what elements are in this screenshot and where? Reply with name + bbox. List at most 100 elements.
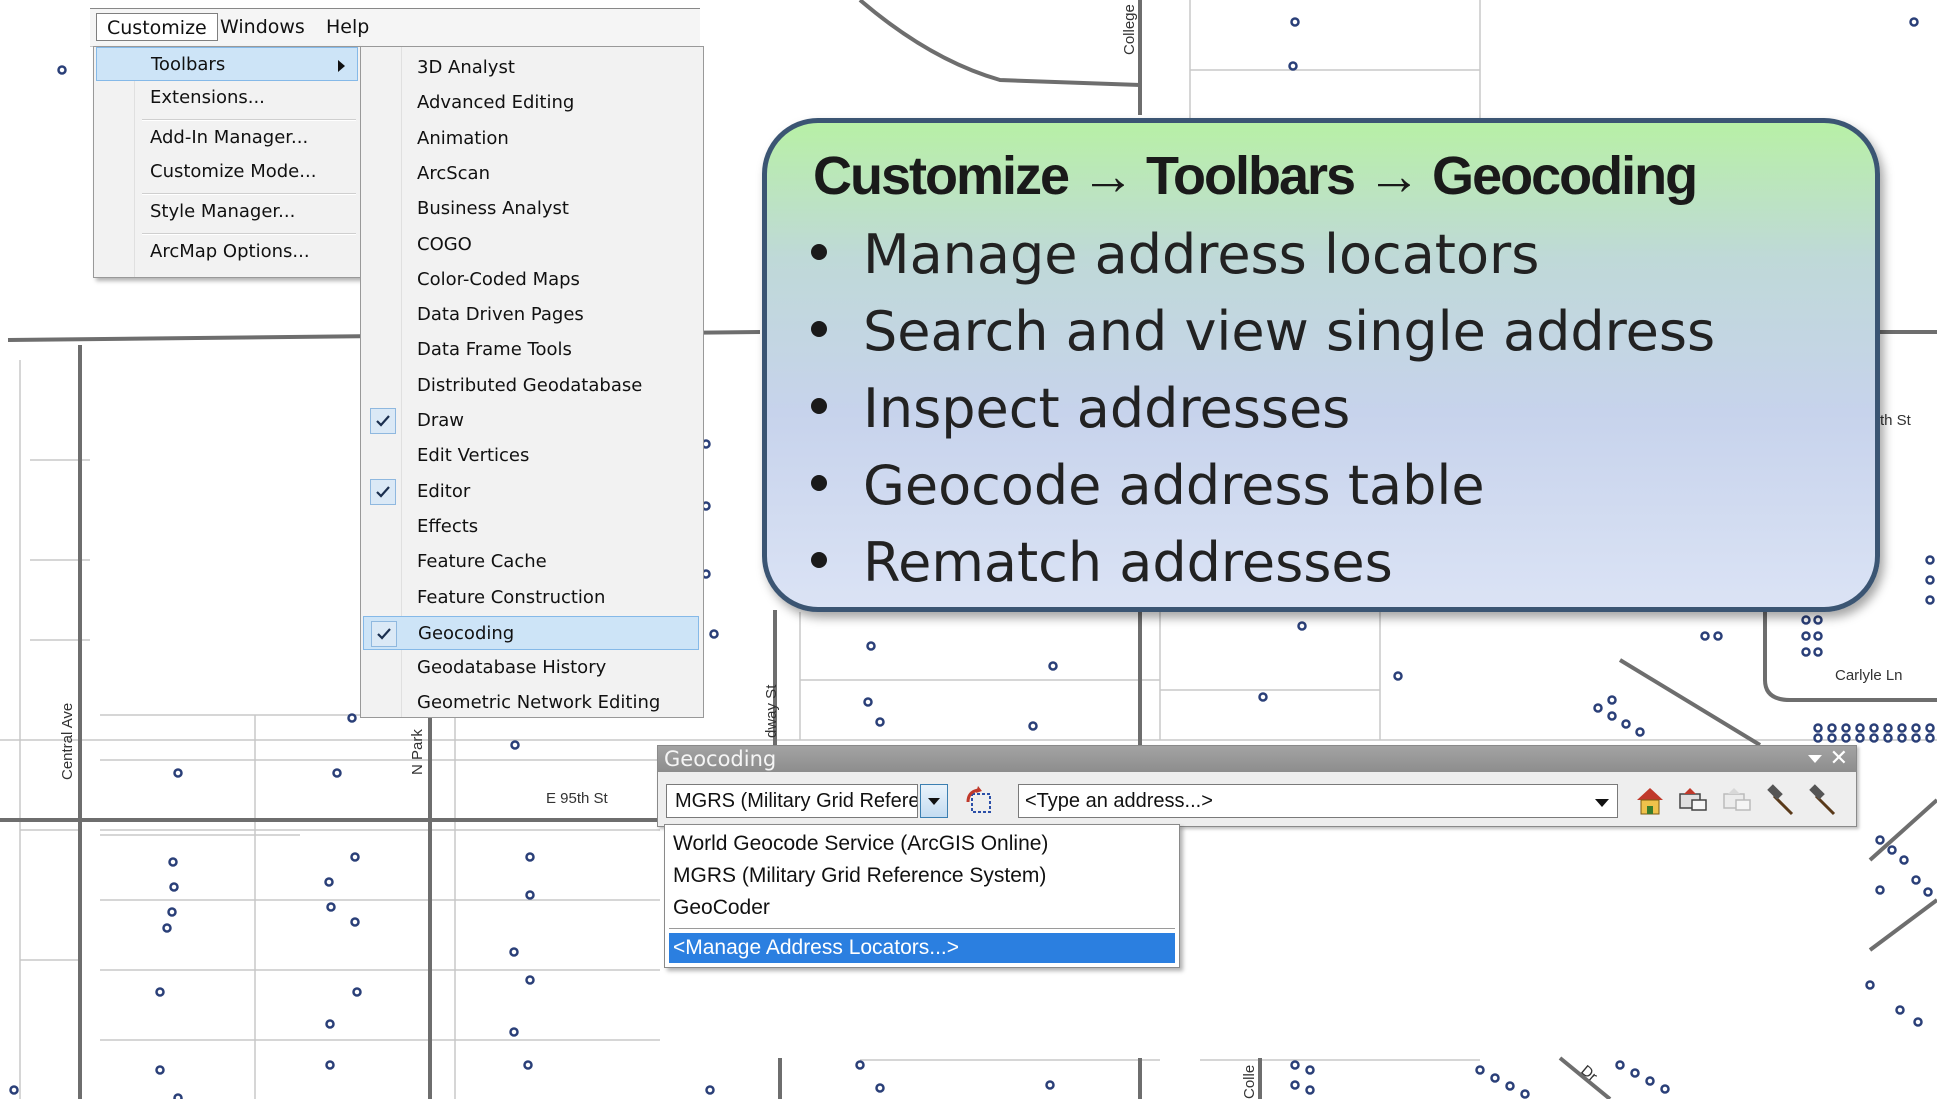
toolbar-item[interactable]: Distributed Geodatabase (363, 369, 699, 403)
callout-bullet-text: Inspect addresses (863, 377, 1351, 440)
toolbar-item-label: COGO (417, 234, 472, 255)
checkmark-icon (370, 479, 396, 505)
toolbar-item[interactable]: Edit Vertices (363, 439, 699, 473)
toolbar-item[interactable]: Geometric Network Editing (363, 686, 699, 717)
close-icon[interactable]: ✕ (1830, 747, 1848, 771)
menu-item-label: Toolbars (151, 54, 226, 75)
callout-bullet-text: Geocode address table (863, 454, 1485, 517)
toolbar-item-label: Geodatabase History (417, 657, 607, 678)
build-locator-hammer-icon[interactable] (1764, 784, 1798, 818)
callout-bullet-text: Search and view single address (863, 300, 1716, 363)
info-callout: Customize → Toolbars → Geocoding Manage … (762, 118, 1880, 612)
toolbar-item[interactable]: Color-Coded Maps (363, 263, 699, 297)
toolbar-item[interactable]: 3D Analyst (363, 51, 699, 85)
toolbar-item[interactable]: Geodatabase History (363, 651, 699, 685)
menu-item-extensions[interactable]: Extensions... (96, 81, 358, 115)
tools-hammer-icon[interactable] (1806, 784, 1840, 818)
chevron-down-icon[interactable] (1595, 799, 1609, 807)
toolbar-item-label: ArcScan (417, 163, 490, 184)
toolbar-item[interactable]: Editor (363, 475, 699, 509)
bullet-dot-icon (811, 552, 827, 569)
menu-item-style-manager[interactable]: Style Manager... (96, 195, 358, 229)
bullet-dot-icon (811, 321, 827, 338)
menu-item-customize-mode[interactable]: Customize Mode... (96, 155, 358, 189)
toolbar-item-label: Geometric Network Editing (417, 692, 661, 713)
select-locator-icon[interactable] (964, 786, 994, 816)
toolbars-submenu: 3D Analyst Advanced Editing Animation ArcSc… (360, 46, 704, 718)
locator-option-manage[interactable]: <Manage Address Locators...> (669, 933, 1175, 963)
toolbar-item[interactable]: Geocoding (363, 616, 699, 650)
toolbar-item-label: Color-Coded Maps (417, 269, 580, 290)
toolbar-item[interactable]: COGO (363, 228, 699, 262)
callout-bullet-text: Manage address locators (863, 223, 1540, 286)
toolbar-item-label: Feature Construction (417, 587, 606, 608)
toolbar-item[interactable]: Business Analyst (363, 192, 699, 226)
toolbar-item-label: Data Frame Tools (417, 339, 572, 360)
toolbar-item[interactable]: Feature Cache (363, 545, 699, 579)
address-locator-select[interactable]: MGRS (Military Grid Reference System) (666, 784, 918, 818)
menu-item-arcmap-options[interactable]: ArcMap Options... (96, 235, 358, 269)
street-label-th-st: th St (1880, 412, 1912, 429)
menu-bar: Customize Windows Help (90, 8, 700, 47)
callout-bullet: Inspect addresses (811, 377, 1350, 440)
toolbar-item-label: Edit Vertices (417, 445, 530, 466)
callout-bullet: Geocode address table (811, 454, 1485, 517)
menu-help[interactable]: Help (316, 13, 379, 41)
street-label-central-ave: Central Ave (59, 703, 76, 780)
review-rematch-icon[interactable] (1676, 784, 1710, 818)
list-separator (669, 928, 1175, 929)
geocoding-toolbar: Geocoding ✕ MGRS (Military Grid Referenc… (657, 745, 1857, 827)
toolbar-item[interactable]: Animation (363, 122, 699, 156)
menu-item-toolbars[interactable]: Toolbars (96, 47, 358, 81)
street-label-carlyle-ln: Carlyle Ln (1835, 667, 1903, 684)
bullet-dot-icon (811, 398, 827, 415)
toolbar-item-label: Feature Cache (417, 551, 547, 572)
bullet-dot-icon (811, 244, 827, 261)
street-label-dway-st: dway St (763, 684, 780, 738)
toolbar-options-icon[interactable] (1808, 755, 1822, 763)
toolbar-title: Geocoding (664, 747, 777, 771)
street-label-n-park: N Park (409, 729, 426, 775)
submenu-arrow-icon (338, 60, 345, 72)
street-label-colle: Colle (1241, 1065, 1258, 1099)
toolbar-item-label: Business Analyst (417, 198, 569, 219)
toolbar-item[interactable]: Draw (363, 404, 699, 438)
toolbar-item-label: Effects (417, 516, 479, 537)
address-input[interactable]: <Type an address...> (1018, 784, 1618, 818)
checkmark-icon (371, 621, 397, 647)
menu-customize[interactable]: Customize (96, 13, 218, 41)
locator-dropdown-button[interactable] (920, 784, 948, 818)
menu-item-add-in-manager[interactable]: Add-In Manager... (96, 121, 358, 155)
toolbar-item[interactable]: Data Frame Tools (363, 333, 699, 367)
bullet-dot-icon (811, 475, 827, 492)
callout-title: Customize → Toolbars → Geocoding (813, 146, 1698, 206)
geocoding-toolbar-titlebar[interactable]: Geocoding ✕ (658, 746, 1856, 772)
customize-menu: Toolbars Extensions... Add-In Manager...… (93, 46, 361, 278)
street-label-college: College (1121, 4, 1138, 55)
toolbar-item-label: Distributed Geodatabase (417, 375, 643, 396)
toolbar-item[interactable]: Feature Construction (363, 581, 699, 615)
rematch-disabled-icon[interactable] (1720, 784, 1754, 818)
toolbar-item-label: Data Driven Pages (417, 304, 584, 325)
toolbar-item-label: Advanced Editing (417, 92, 575, 113)
toolbar-item-label: Geocoding (418, 623, 515, 644)
toolbar-item-label: Draw (417, 410, 465, 431)
locator-option[interactable]: GeoCoder (669, 893, 1175, 923)
toolbar-item-label: Animation (417, 128, 509, 149)
locator-option[interactable]: MGRS (Military Grid Reference System) (669, 861, 1175, 891)
address-input-placeholder: <Type an address...> (1025, 790, 1213, 812)
toolbar-item-label: 3D Analyst (417, 57, 515, 78)
callout-bullet: Manage address locators (811, 223, 1539, 286)
toolbar-item[interactable]: Effects (363, 510, 699, 544)
toolbar-item-label: Editor (417, 481, 471, 502)
toolbar-item[interactable]: Data Driven Pages (363, 298, 699, 332)
locator-dropdown-list: World Geocode Service (ArcGIS Online) MG… (664, 824, 1180, 968)
locator-option[interactable]: World Geocode Service (ArcGIS Online) (669, 829, 1175, 859)
callout-bullet: Rematch addresses (811, 531, 1393, 594)
toolbar-item[interactable]: Advanced Editing (363, 86, 699, 120)
street-label-e-95th-st: E 95th St (546, 790, 609, 807)
geocode-address-icon[interactable] (1633, 784, 1667, 818)
callout-bullet-text: Rematch addresses (863, 531, 1393, 594)
toolbar-item[interactable]: ArcScan (363, 157, 699, 191)
menu-windows[interactable]: Windows (210, 13, 315, 41)
